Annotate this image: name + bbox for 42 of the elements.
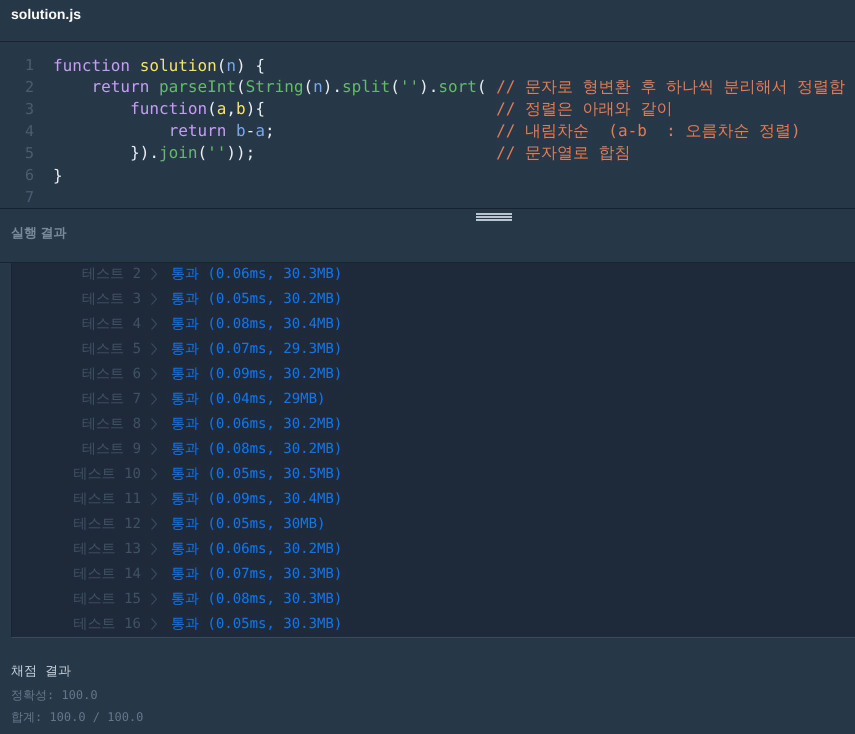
code-line: return parseInt(String(n).split('').sort( // 문자로 형변환 후 하나씩 분리해서 정렬함 [90,76,846,98]
test-result: 통과 (0.09ms, 30.4MB) [171,490,342,508]
chevron-icon [151,518,157,530]
test-result: 통과 (0.06ms, 30.2MB) [171,540,342,558]
test-result: 통과 (0.05ms, 30.2MB) [171,290,342,308]
chevron-icon [151,392,157,404]
test-result: 통과 (0.07ms, 30.3MB) [171,564,342,582]
code-line: }).join('')); // 문자열로 합침 [129,142,631,164]
chevron-icon [151,568,157,580]
chevron-icon [151,442,157,454]
chevron-icon [151,268,157,280]
test-result: 통과 (0.05ms, 30MB) [171,514,326,532]
chevron-icon [151,618,157,630]
score-text: 정확성: 100.0 [11,687,99,704]
chevron-icon [151,418,157,430]
score-text: 합계: 100.0 / 100.0 [11,709,144,726]
code-line: return b-a; // 내림차순 (a-b : 오름차순 정렬) [168,120,801,142]
test-result: 통과 (0.08ms, 30.3MB) [171,590,342,608]
code-line: } [53,166,63,184]
section-title: 실행 결과 [11,224,67,242]
test-result: 통과 (0.04ms, 29MB) [171,390,326,408]
chevron-icon [151,292,157,304]
test-result: 통과 (0.05ms, 30.3MB) [171,614,342,632]
file-name: solution.js [11,6,81,22]
test-result: 통과 (0.06ms, 30.2MB) [171,414,342,432]
test-result: 통과 (0.06ms, 30.3MB) [171,264,342,282]
test-result: 통과 (0.08ms, 30.2MB) [171,440,342,458]
test-result: 통과 (0.07ms, 29.3MB) [171,340,342,358]
code-line: function solution(n) { [53,56,265,74]
test-result: 통과 (0.05ms, 30.5MB) [171,464,342,482]
chevron-icon [151,368,157,380]
chevron-icon [151,468,157,480]
chevron-icon [151,542,157,554]
chevron-icon [151,492,157,504]
test-result: 통과 (0.08ms, 30.4MB) [171,314,342,332]
code-line: function(a,b){ // 정렬은 아래와 같이 [129,98,672,120]
resize-handle-icon[interactable] [476,213,512,221]
test-result: 통과 (0.09ms, 30.2MB) [171,364,342,382]
chevron-icon [151,342,157,354]
section-title: 채점 결과 [11,663,72,681]
chevron-icon [151,318,157,330]
chevron-icon [151,592,157,604]
